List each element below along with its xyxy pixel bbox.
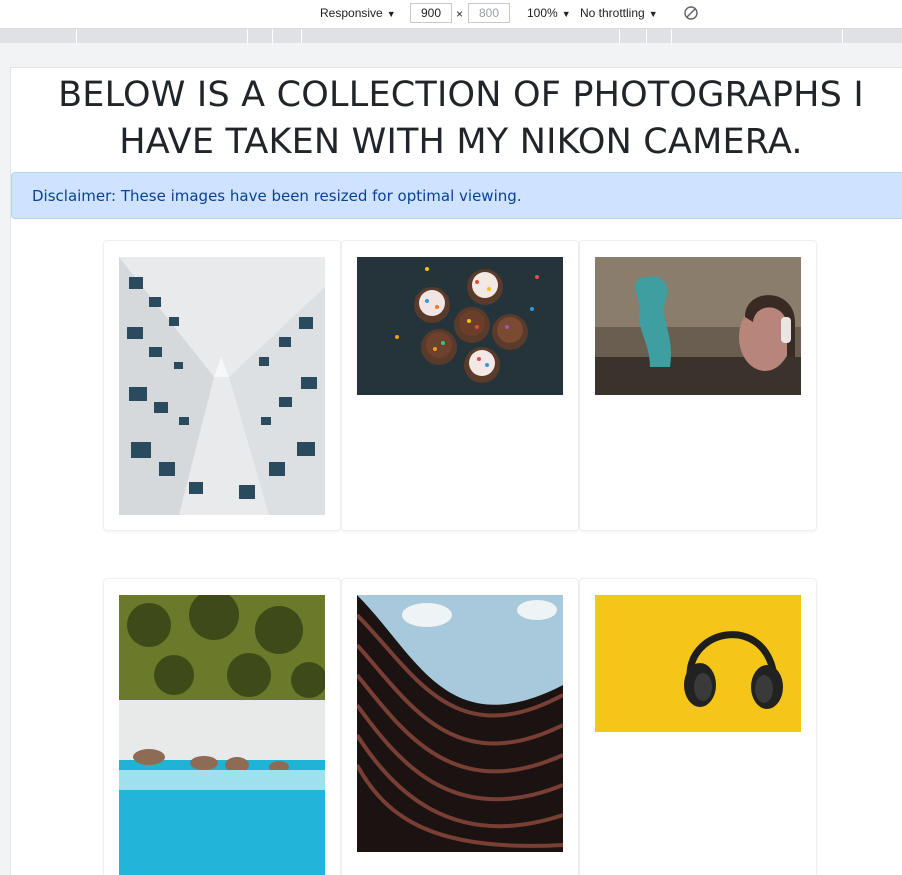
zoom-select[interactable]: 100% ▼ — [527, 6, 571, 20]
ruler-tick — [619, 29, 620, 43]
photo-card — [103, 240, 341, 531]
ruler-tick — [247, 29, 248, 43]
throttling-label: No throttling — [580, 6, 645, 20]
ruler-tick — [842, 29, 843, 43]
device-label: Responsive — [320, 6, 383, 20]
device-select[interactable]: Responsive ▼ — [320, 6, 396, 20]
ruler-tick — [76, 29, 77, 43]
dropdown-arrow-icon: ▼ — [648, 9, 658, 19]
cupcakes-photo — [357, 257, 563, 395]
disclaimer-alert: Disclaimer: These images have been resiz… — [11, 172, 902, 219]
graffiti-photo — [595, 257, 801, 395]
ruler-tick — [671, 29, 672, 43]
photo-card — [341, 240, 579, 531]
device-toolbar: Responsive ▼ 900 × 800 100% ▼ No throttlin… — [0, 0, 902, 29]
rotate-icon[interactable] — [683, 5, 699, 24]
building-photo — [119, 257, 325, 515]
photo-card — [103, 578, 341, 875]
dropdown-arrow-icon: ▼ — [386, 9, 396, 19]
page-viewport: BELOW IS A COLLECTION OF PHOTOGRAPHS I H… — [10, 67, 902, 875]
dimension-separator: × — [456, 7, 464, 21]
dropdown-arrow-icon: ▼ — [561, 9, 571, 19]
photo-card — [579, 240, 817, 531]
width-input[interactable]: 900 — [410, 3, 452, 23]
headphones-photo — [595, 595, 801, 732]
height-input[interactable]: 800 — [468, 3, 510, 23]
curved-building-photo — [357, 595, 563, 852]
ruler-tick — [301, 29, 302, 43]
photo-card — [579, 578, 817, 875]
zoom-label: 100% — [527, 6, 558, 20]
photo-card — [341, 578, 579, 875]
throttling-select[interactable]: No throttling ▼ — [580, 6, 658, 20]
palm-beach-photo — [119, 595, 325, 875]
page-heading: BELOW IS A COLLECTION OF PHOTOGRAPHS I H… — [58, 75, 864, 162]
ruler-tick — [272, 29, 273, 43]
ruler-tick — [646, 29, 647, 43]
media-query-ruler[interactable] — [0, 29, 902, 43]
